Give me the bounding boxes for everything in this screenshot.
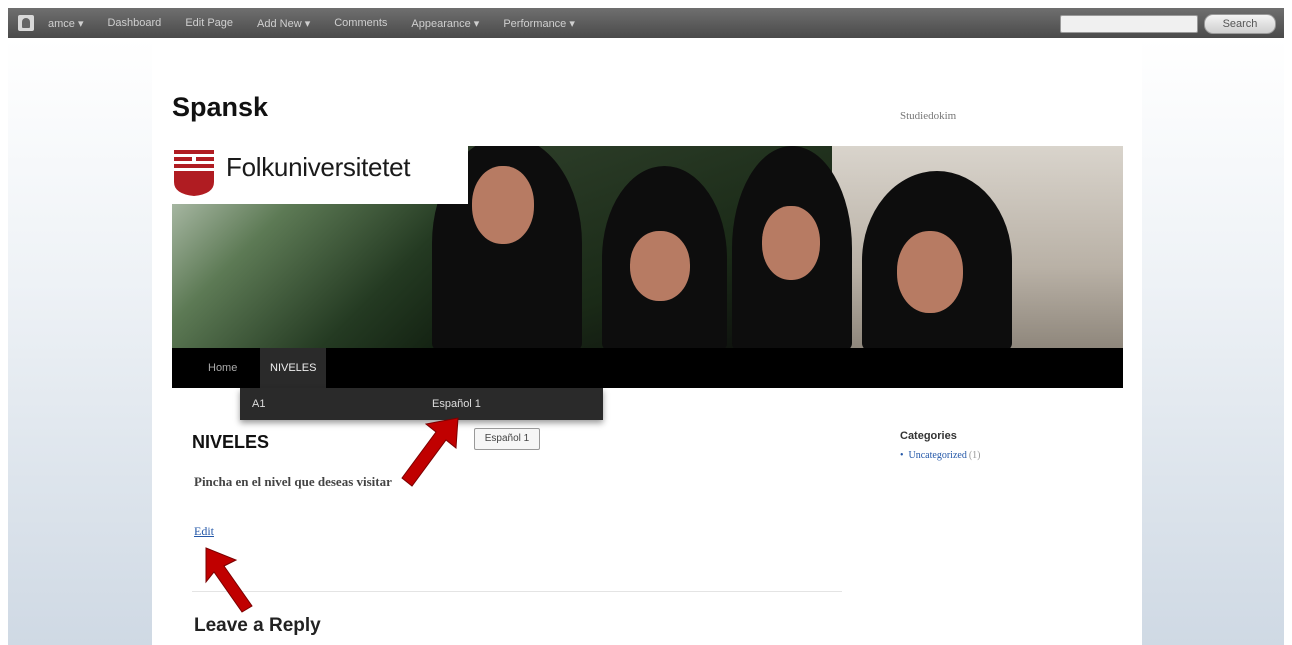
admin-comments-link[interactable]: Comments [334, 17, 387, 29]
admin-search-input[interactable] [1060, 15, 1198, 33]
page-container: Spansk Studiedokim Folkuniversitetet Hom… [152, 38, 1142, 645]
main-nav: Home NIVELES [172, 348, 1123, 388]
logo-shield-icon [174, 150, 214, 196]
annotation-arrow-icon [205, 547, 253, 613]
nav-niveles[interactable]: NIVELES [260, 348, 327, 388]
admin-appearance-menu[interactable]: Appearance ▾ [411, 17, 479, 30]
site-description: Studiedokim [900, 110, 957, 122]
header-person-3 [712, 146, 862, 348]
admin-search-button[interactable]: Search [1204, 14, 1276, 34]
category-count: (1) [968, 450, 981, 461]
divider [192, 591, 842, 592]
user-avatar-icon[interactable] [18, 15, 34, 31]
bullet-icon: • [900, 450, 904, 461]
category-link[interactable]: Uncategorized [909, 450, 967, 461]
logo-text: Folkuniversitetet [226, 152, 411, 182]
leave-reply-heading: Leave a Reply [194, 615, 321, 636]
edit-link[interactable]: Edit [194, 524, 214, 539]
site-title[interactable]: Spansk [172, 92, 268, 123]
sidebar-categories-title: Categories [900, 430, 957, 442]
admin-bar: amce ▾ Dashboard Edit Page Add New ▾ Com… [8, 8, 1284, 38]
admin-add-new-menu[interactable]: Add New ▾ [257, 17, 310, 30]
page-title: NIVELES [192, 432, 270, 452]
annotation-arrow-icon [401, 417, 459, 487]
header-person-4 [852, 146, 1022, 348]
admin-edit-page-link[interactable]: Edit Page [185, 17, 233, 29]
nav-home[interactable]: Home [198, 348, 247, 388]
header-person-2 [592, 146, 732, 348]
dropdown-item-a1[interactable]: A1 [252, 388, 265, 420]
espanol-1-button[interactable]: Español 1 [474, 428, 540, 450]
admin-dashboard-link[interactable]: Dashboard [107, 17, 161, 29]
header-image: Folkuniversitetet [172, 146, 1123, 348]
logo[interactable]: Folkuniversitetet [172, 146, 468, 204]
page-content-text: Pincha en el nivel que deseas visitar [194, 474, 392, 489]
admin-performance-menu[interactable]: Performance ▾ [503, 17, 575, 30]
admin-user-menu[interactable]: amce ▾ [48, 17, 83, 30]
sidebar-category-item[interactable]: • Uncategorized (1) [900, 450, 981, 461]
